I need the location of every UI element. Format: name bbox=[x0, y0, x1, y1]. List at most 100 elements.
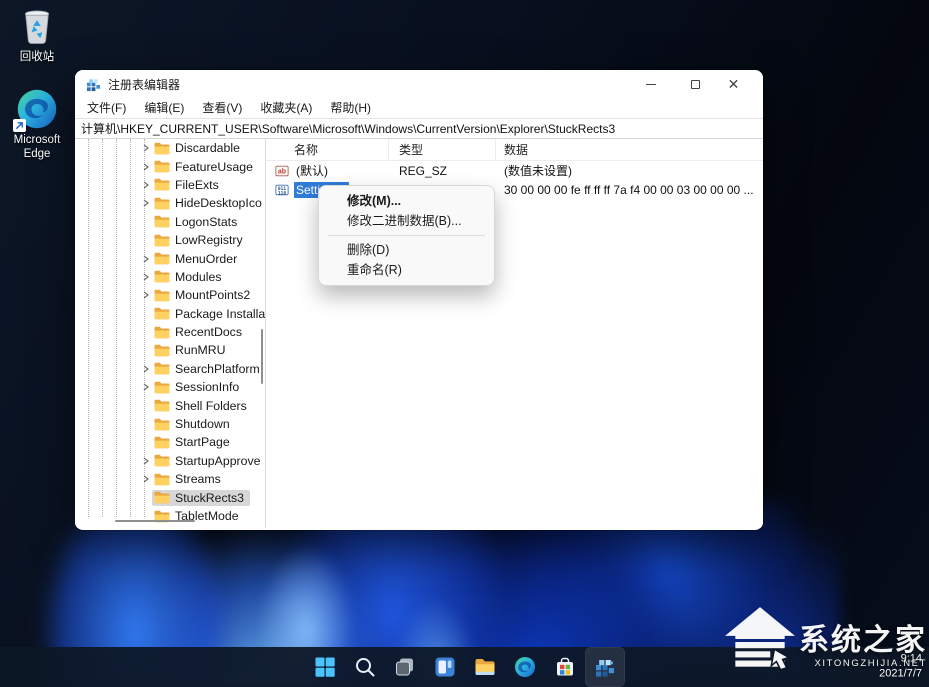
edge-icon bbox=[13, 87, 59, 132]
value-data: (数值未设置) bbox=[504, 164, 572, 178]
tree-item-label: FileExts bbox=[175, 177, 219, 192]
menu-help[interactable]: 帮助(H) bbox=[321, 98, 380, 118]
menu-file[interactable]: 文件(F) bbox=[78, 98, 135, 118]
tree-item-label: MountPoints2 bbox=[175, 288, 251, 303]
folder-icon bbox=[154, 491, 170, 504]
folder-icon bbox=[154, 454, 170, 467]
expand-chevron-icon[interactable] bbox=[139, 454, 152, 467]
taskbar-search-button[interactable] bbox=[345, 647, 385, 687]
address-bar[interactable]: 计算机\HKEY_CURRENT_USER\Software\Microsoft… bbox=[75, 118, 763, 139]
registry-value-row[interactable]: ab (默认) REG_SZ (数值未设置) bbox=[266, 161, 763, 180]
expand-chevron-icon[interactable] bbox=[139, 178, 152, 191]
taskbar-task-view-button[interactable] bbox=[385, 647, 425, 687]
folder-icon bbox=[154, 473, 170, 486]
tree-item-featureusage[interactable]: FeatureUsage bbox=[75, 157, 265, 175]
tree-item-sessioninfo[interactable]: SessionInfo bbox=[75, 378, 265, 396]
tree-item-fileexts[interactable]: FileExts bbox=[75, 176, 265, 194]
value-type: REG_SZ bbox=[399, 163, 448, 178]
tree-item-shell-folders[interactable]: Shell Folders bbox=[75, 396, 265, 414]
tree-item-mountpoints2[interactable]: MountPoints2 bbox=[75, 286, 265, 304]
taskbar-regedit-button[interactable] bbox=[584, 647, 625, 687]
tree-item-startupapprove[interactable]: StartupApprove bbox=[75, 452, 265, 470]
expand-chevron-icon[interactable] bbox=[139, 160, 152, 173]
recycle-bin-icon bbox=[15, 4, 59, 48]
tree-item-label: Package Installa bbox=[175, 306, 266, 321]
tree-item-lowregistry[interactable]: LowRegistry bbox=[75, 231, 265, 249]
taskbar-file-explorer-button[interactable] bbox=[465, 647, 505, 687]
expand-chevron-icon[interactable] bbox=[139, 289, 152, 302]
tree-item-modules[interactable]: Modules bbox=[75, 268, 265, 286]
menu-view[interactable]: 查看(V) bbox=[193, 98, 251, 118]
tree-vertical-scrollbar[interactable] bbox=[261, 329, 263, 384]
menu-favorites[interactable]: 收藏夹(A) bbox=[251, 98, 321, 118]
expand-chevron-icon[interactable] bbox=[139, 473, 152, 486]
window-title: 注册表编辑器 bbox=[108, 77, 181, 92]
expand-chevron-icon[interactable] bbox=[139, 197, 152, 210]
folder-icon bbox=[154, 307, 170, 320]
tree-item-label: Modules bbox=[175, 269, 222, 284]
desktop-icon-edge[interactable]: Microsoft Edge bbox=[0, 87, 74, 162]
tree-item-stuckrects3[interactable]: StuckRects3 bbox=[75, 488, 265, 506]
tree-item-label: RecentDocs bbox=[175, 325, 242, 340]
folder-icon bbox=[154, 234, 170, 247]
window-controls: ✕ bbox=[628, 70, 763, 98]
folder-icon bbox=[154, 289, 170, 302]
menu-edit[interactable]: 编辑(E) bbox=[135, 98, 193, 118]
tree-item-startpage[interactable]: StartPage bbox=[75, 433, 265, 451]
tree-item-searchplatform[interactable]: SearchPlatform bbox=[75, 360, 265, 378]
folder-icon bbox=[154, 399, 170, 412]
folder-icon bbox=[154, 252, 170, 265]
title-bar[interactable]: 注册表编辑器 ✕ bbox=[75, 70, 763, 98]
tree-item-label: HideDesktopIco bbox=[175, 196, 262, 211]
tree-item-recentdocs[interactable]: RecentDocs bbox=[75, 323, 265, 341]
column-header-type[interactable]: 类型 bbox=[389, 139, 496, 160]
close-button[interactable]: ✕ bbox=[718, 70, 763, 98]
taskbar-store-button[interactable] bbox=[545, 647, 585, 687]
tree-item-label: FeatureUsage bbox=[175, 159, 253, 174]
tree-horizontal-scrollbar[interactable] bbox=[75, 517, 265, 525]
tree-item-hidedesktopico[interactable]: HideDesktopIco bbox=[75, 194, 265, 212]
desktop-icon-area: 回收站 Microsoft Edge bbox=[0, 4, 74, 175]
taskbar-edge-button[interactable] bbox=[505, 647, 545, 687]
tree-item-runmru[interactable]: RunMRU bbox=[75, 341, 265, 359]
tree-item-package-installa[interactable]: Package Installa bbox=[75, 305, 265, 323]
tree-item-discardable[interactable]: Discardable bbox=[75, 139, 265, 157]
folder-icon bbox=[154, 178, 170, 191]
taskbar-start-button[interactable] bbox=[305, 647, 345, 687]
expand-chevron-icon[interactable] bbox=[139, 252, 152, 265]
column-header-data[interactable]: 数据 bbox=[496, 139, 763, 160]
folder-icon bbox=[154, 381, 170, 394]
start-icon bbox=[313, 655, 337, 679]
expand-chevron-icon[interactable] bbox=[139, 270, 152, 283]
tree-item-menuorder[interactable]: MenuOrder bbox=[75, 249, 265, 267]
taskbar-icon-group bbox=[305, 647, 625, 687]
tree-item-label: RunMRU bbox=[175, 343, 226, 358]
value-data: 30 00 00 00 fe ff ff ff 7a f4 00 00 03 0… bbox=[504, 182, 754, 197]
minimize-button[interactable] bbox=[628, 70, 673, 98]
registry-editor-window: 注册表编辑器 ✕ 文件(F) 编辑(E) 查看(V) 收藏夹(A) 帮助(H) 计算机\… bbox=[75, 70, 763, 530]
expand-chevron-icon[interactable] bbox=[139, 381, 152, 394]
modify-menu-item[interactable]: 修改(M)... bbox=[319, 191, 494, 211]
folder-icon bbox=[154, 142, 170, 155]
widgets-icon bbox=[433, 655, 457, 679]
maximize-button[interactable] bbox=[673, 70, 718, 98]
expand-chevron-icon[interactable] bbox=[139, 142, 152, 155]
folder-icon bbox=[154, 326, 170, 339]
desktop-icon-recycle-bin[interactable]: 回收站 bbox=[0, 4, 74, 65]
regedit-app-icon bbox=[86, 77, 101, 92]
delete-menu-item[interactable]: 删除(D) bbox=[319, 240, 494, 260]
tree-item-label: StuckRects3 bbox=[175, 490, 245, 505]
tree-item-label: Shell Folders bbox=[175, 398, 247, 413]
tree-item-logonstats[interactable]: LogonStats bbox=[75, 213, 265, 231]
folder-icon bbox=[154, 418, 170, 431]
modify-binary-menu-item[interactable]: 修改二进制数据(B)... bbox=[319, 211, 494, 231]
menu-separator bbox=[328, 235, 485, 236]
expand-chevron-icon[interactable] bbox=[139, 362, 152, 375]
tree-item-streams[interactable]: Streams bbox=[75, 470, 265, 488]
watermark: 系统之家 XITONGZHIJIA.NET bbox=[723, 605, 927, 677]
tree-item-label: Discardable bbox=[175, 141, 240, 156]
column-header-name[interactable]: 名称 bbox=[266, 139, 389, 160]
tree-item-shutdown[interactable]: Shutdown bbox=[75, 415, 265, 433]
taskbar-widgets-button[interactable] bbox=[425, 647, 465, 687]
rename-menu-item[interactable]: 重命名(R) bbox=[319, 260, 494, 280]
